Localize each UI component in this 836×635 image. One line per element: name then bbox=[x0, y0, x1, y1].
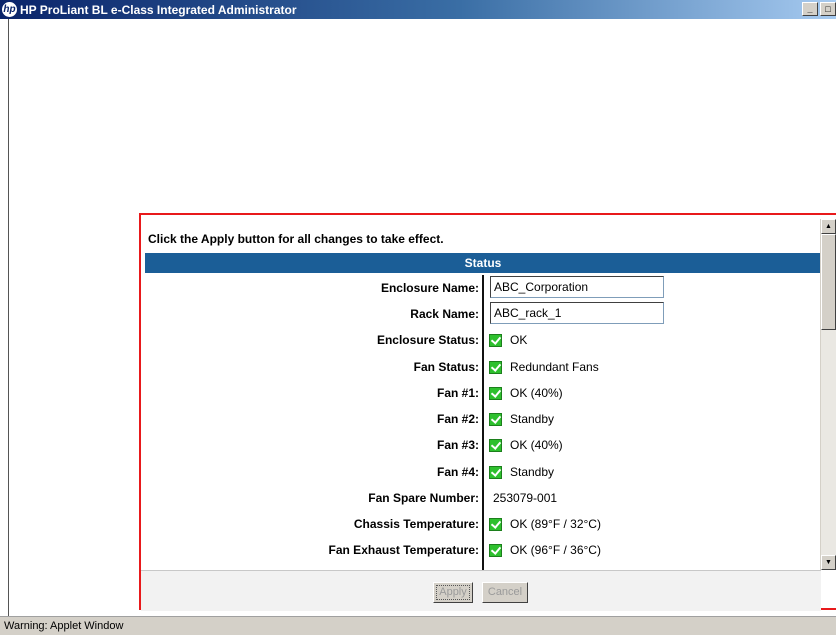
status-section-header: Status bbox=[145, 253, 821, 273]
green-check-icon bbox=[489, 517, 502, 531]
green-check-icon bbox=[489, 360, 502, 374]
rack-name-input[interactable] bbox=[490, 302, 664, 324]
window-controls: _ □ bbox=[802, 2, 836, 16]
fan-exhaust-temperature-text: OK (96°F / 36°C) bbox=[510, 543, 601, 557]
apply-instruction: Click the Apply button for all changes t… bbox=[148, 232, 444, 246]
row-enclosure-status: Enclosure Status: OK bbox=[145, 328, 821, 352]
rack-name-label: Rack Name: bbox=[410, 307, 479, 321]
green-check-icon bbox=[489, 333, 502, 347]
fan-4-label: Fan #4: bbox=[436, 465, 479, 479]
enclosure-status-text: OK bbox=[510, 333, 528, 347]
fan-3-value: OK (40%) bbox=[489, 433, 563, 457]
fan-status-label: Fan Status: bbox=[413, 360, 479, 374]
window-title: HP ProLiant BL e-Class Integrated Admini… bbox=[20, 3, 297, 17]
chassis-temperature-text: OK (89°F / 32°C) bbox=[510, 517, 601, 531]
row-fan-spare-number: Fan Spare Number: 253079-001 bbox=[145, 486, 821, 510]
enclosure-status-value: OK bbox=[489, 328, 527, 352]
fan-spare-number-label: Fan Spare Number: bbox=[368, 491, 479, 505]
status-table: Status Enclosure Name: Rack Name: Enclos… bbox=[145, 253, 821, 571]
status-bar: Warning: Applet Window bbox=[0, 616, 836, 635]
vertical-scrollbar[interactable]: ▲ ▼ bbox=[820, 219, 836, 570]
fan-status-text: Redundant Fans bbox=[510, 360, 599, 374]
row-fan-3: Fan #3: OK (40%) bbox=[145, 433, 821, 457]
green-check-icon bbox=[489, 543, 502, 557]
fan-2-label: Fan #2: bbox=[436, 412, 479, 426]
row-fan-2: Fan #2: Standby bbox=[145, 407, 821, 431]
apply-button[interactable]: Apply bbox=[433, 582, 473, 603]
applet-warning-text: Warning: Applet Window bbox=[4, 620, 124, 632]
green-check-icon bbox=[489, 465, 502, 479]
row-rack-name: Rack Name: bbox=[145, 302, 821, 326]
row-fan-4: Fan #4: Standby bbox=[145, 460, 821, 484]
hp-logo-icon: hp bbox=[2, 2, 17, 17]
fan-4-text: Standby bbox=[510, 465, 555, 479]
window-title-bar[interactable]: hp HP ProLiant BL e-Class Integrated Adm… bbox=[0, 0, 836, 19]
enclosure-status-label: Enclosure Status: bbox=[376, 333, 479, 347]
row-chassis-temperature: Chassis Temperature: OK (89°F / 32°C) bbox=[145, 512, 821, 536]
fan-3-text: OK (40%) bbox=[510, 438, 563, 452]
minimize-button[interactable]: _ bbox=[802, 2, 818, 16]
window-left-frame bbox=[0, 19, 9, 616]
fan-1-text: OK (40%) bbox=[510, 386, 563, 400]
maximize-button[interactable]: □ bbox=[820, 2, 836, 16]
fan-3-label: Fan #3: bbox=[436, 438, 479, 452]
green-check-icon bbox=[489, 412, 502, 426]
fan-2-text: Standby bbox=[510, 412, 555, 426]
row-enclosure-name: Enclosure Name: bbox=[145, 276, 821, 300]
scroll-down-arrow-icon[interactable]: ▼ bbox=[821, 555, 836, 570]
chassis-temperature-label: Chassis Temperature: bbox=[353, 517, 479, 531]
fan-exhaust-temperature-label: Fan Exhaust Temperature: bbox=[328, 543, 479, 557]
scroll-up-arrow-icon[interactable]: ▲ bbox=[821, 219, 836, 234]
fan-1-value: OK (40%) bbox=[489, 381, 563, 405]
row-fan-exhaust-temperature: Fan Exhaust Temperature: OK (96°F / 36°C… bbox=[145, 538, 821, 562]
fan-1-label: Fan #1: bbox=[436, 386, 479, 400]
cancel-button[interactable]: Cancel bbox=[482, 582, 528, 603]
enclosure-name-input[interactable] bbox=[490, 276, 664, 298]
status-panel: Click the Apply button for all changes t… bbox=[139, 213, 836, 611]
row-fan-status: Fan Status: Redundant Fans bbox=[145, 355, 821, 379]
green-check-icon bbox=[489, 438, 502, 452]
row-fan-1: Fan #1: OK (40%) bbox=[145, 381, 821, 405]
fan-4-value: Standby bbox=[489, 460, 554, 484]
scrollbar-thumb[interactable] bbox=[821, 234, 836, 330]
enclosure-name-label: Enclosure Name: bbox=[380, 281, 479, 295]
fan-2-value: Standby bbox=[489, 407, 554, 431]
button-bar: Apply Cancel bbox=[141, 570, 821, 611]
chassis-temperature-value: OK (89°F / 32°C) bbox=[489, 512, 601, 536]
fan-spare-number-value: 253079-001 bbox=[493, 491, 558, 505]
green-check-icon bbox=[489, 386, 502, 400]
fan-status-value: Redundant Fans bbox=[489, 355, 599, 379]
fan-exhaust-temperature-value: OK (96°F / 36°C) bbox=[489, 538, 601, 562]
